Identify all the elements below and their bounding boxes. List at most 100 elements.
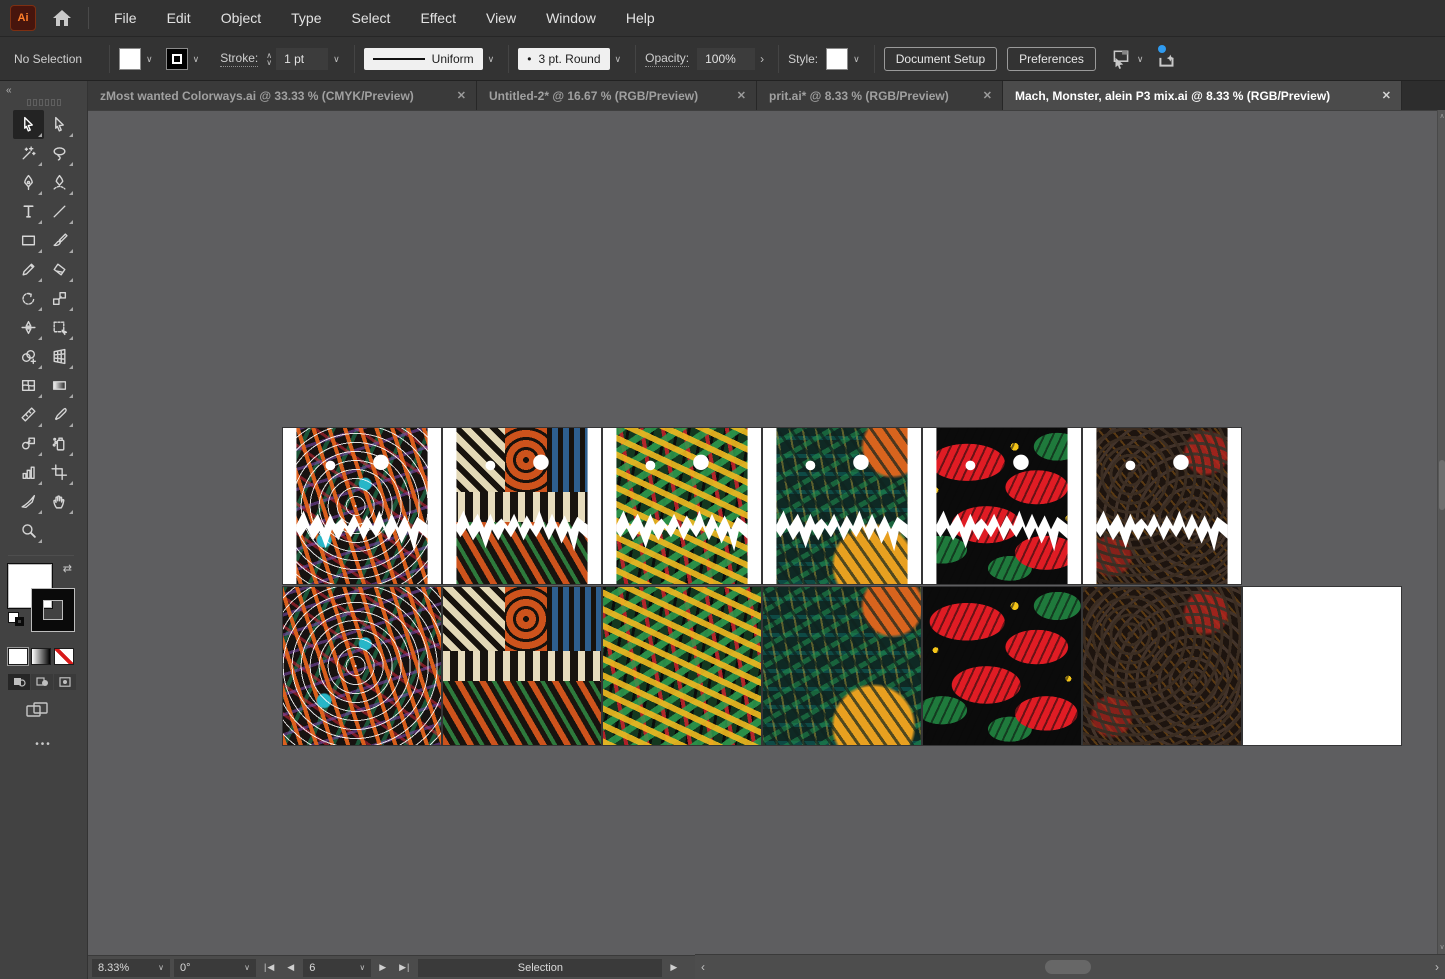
artboard-r1-4[interactable]	[763, 428, 921, 584]
document-setup-button[interactable]: Document Setup	[884, 47, 997, 71]
artboard-r2-3[interactable]	[603, 587, 761, 745]
menu-type[interactable]: Type	[276, 0, 336, 36]
menu-file[interactable]: File	[99, 0, 152, 36]
opacity-label[interactable]: Opacity:	[645, 51, 689, 67]
gradient-button[interactable]	[31, 648, 51, 665]
rotate-tool[interactable]	[13, 284, 44, 313]
fill-chevron-down-icon[interactable]: ∨	[141, 48, 158, 70]
horizontal-scroll-thumb[interactable]	[1045, 960, 1091, 974]
draw-normal-button[interactable]	[8, 674, 30, 690]
menu-select[interactable]: Select	[337, 0, 406, 36]
menu-window[interactable]: Window	[531, 0, 611, 36]
artboard-r2-5[interactable]	[923, 587, 1081, 745]
share-document-icon[interactable]	[1156, 49, 1178, 69]
brush-select[interactable]: •3 pt. Round	[518, 48, 609, 70]
hand-tool[interactable]	[44, 487, 75, 516]
measure-tool[interactable]	[13, 400, 44, 429]
arrange-chevron-icon[interactable]: ∨	[1132, 48, 1149, 70]
pen-tool[interactable]	[13, 168, 44, 197]
opacity-field[interactable]: 100%	[697, 48, 755, 70]
artboard-r1-6[interactable]	[1083, 428, 1241, 584]
eraser-tool[interactable]	[44, 255, 75, 284]
artboard-r2-7[interactable]	[1243, 587, 1401, 745]
menu-view[interactable]: View	[471, 0, 531, 36]
type-tool[interactable]	[13, 197, 44, 226]
canvas-pasteboard[interactable]	[88, 110, 1437, 955]
first-artboard-button[interactable]: |◀	[260, 962, 279, 973]
artboard-r1-2[interactable]	[443, 428, 601, 584]
tab-close-icon[interactable]: ✕	[1382, 89, 1391, 102]
tab-close-icon[interactable]: ✕	[737, 89, 746, 102]
artboard-r2-2[interactable]	[443, 587, 601, 745]
none-button[interactable]	[54, 648, 74, 665]
stroke-label[interactable]: Stroke:	[220, 51, 258, 67]
screen-mode-button[interactable]	[26, 702, 87, 723]
slice-tool[interactable]	[13, 487, 44, 516]
status-display[interactable]: Selection	[418, 959, 662, 977]
lasso-tool[interactable]	[44, 139, 75, 168]
preferences-button[interactable]: Preferences	[1007, 47, 1096, 71]
blend-tool[interactable]	[13, 429, 44, 458]
mesh-tool[interactable]	[13, 371, 44, 400]
curvature-tool[interactable]	[44, 168, 75, 197]
stroke-chevron-down-icon[interactable]: ∨	[188, 48, 205, 70]
tab-close-icon[interactable]: ✕	[457, 89, 466, 102]
selection-tool[interactable]	[13, 110, 44, 139]
width-profile-select[interactable]: Uniform	[364, 48, 483, 70]
vertical-scroll-thumb[interactable]	[1439, 460, 1445, 510]
artboard-r2-6[interactable]	[1083, 587, 1241, 745]
zoom-level-select[interactable]: 8.33%∨	[92, 959, 170, 977]
stroke-weight-stepper[interactable]: ∧∨	[266, 52, 272, 66]
stroke-color-indicator[interactable]	[32, 589, 74, 631]
menu-edit[interactable]: Edit	[152, 0, 206, 36]
stroke-weight-field[interactable]: 1 pt	[276, 48, 328, 70]
document-tab-2[interactable]: Untitled-2* @ 16.67 % (RGB/Preview)✕	[477, 81, 757, 110]
fill-color-swatch[interactable]	[119, 48, 141, 70]
magic-wand-tool[interactable]	[13, 139, 44, 168]
free-transform-tool[interactable]	[44, 313, 75, 342]
stroke-weight-chevron-icon[interactable]: ∨	[328, 48, 345, 70]
column-graph-tool[interactable]	[13, 458, 44, 487]
default-fill-stroke-icon[interactable]	[8, 612, 24, 626]
style-swatch[interactable]	[826, 48, 848, 70]
document-tab-4[interactable]: Mach, Monster, alein P3 mix.ai @ 8.33 % …	[1003, 81, 1402, 110]
document-tab-1[interactable]: zMost wanted Colorways.ai @ 33.33 % (CMY…	[88, 81, 477, 110]
artboard-tool[interactable]	[44, 458, 75, 487]
scale-tool[interactable]	[44, 284, 75, 313]
arrange-documents-icon[interactable]	[1110, 49, 1132, 69]
scroll-left-icon[interactable]: ‹	[701, 955, 705, 979]
home-icon[interactable]	[52, 9, 72, 27]
scroll-down-icon[interactable]: ∨	[1438, 943, 1445, 953]
draw-behind-button[interactable]	[31, 674, 53, 690]
vertical-scrollbar[interactable]: ∧ ∨	[1437, 110, 1445, 955]
rectangle-tool[interactable]	[13, 226, 44, 255]
menu-help[interactable]: Help	[611, 0, 670, 36]
collapse-panel-icon[interactable]: «	[6, 85, 12, 96]
width-tool[interactable]	[13, 313, 44, 342]
line-segment-tool[interactable]	[44, 197, 75, 226]
gradient-tool[interactable]	[44, 371, 75, 400]
last-artboard-button[interactable]: ▶|	[395, 962, 414, 973]
pencil-tool[interactable]	[13, 255, 44, 284]
scroll-right-icon[interactable]: ›	[1435, 955, 1439, 979]
style-chevron-icon[interactable]: ∨	[848, 48, 865, 70]
edit-toolbar-ellipsis[interactable]: •••	[0, 739, 87, 750]
rotation-select[interactable]: 0°∨	[174, 959, 256, 977]
artboard-r1-1[interactable]	[283, 428, 441, 584]
zoom-tool[interactable]	[13, 516, 44, 545]
artboard-number-select[interactable]: 6∨	[303, 959, 371, 977]
artboard-r2-4[interactable]	[763, 587, 921, 745]
direct-selection-tool[interactable]	[44, 110, 75, 139]
scroll-up-icon[interactable]: ∧	[1438, 112, 1445, 122]
perspective-grid-tool[interactable]	[44, 342, 75, 371]
artboard-r1-3[interactable]	[603, 428, 761, 584]
opacity-chevron-right-icon[interactable]: ›	[755, 48, 769, 70]
symbol-sprayer-tool[interactable]	[44, 429, 75, 458]
artboard-r2-1[interactable]	[283, 587, 441, 745]
swap-fill-stroke-icon[interactable]: ⇄	[63, 562, 72, 575]
brush-chevron-icon[interactable]: ∨	[610, 48, 627, 70]
menu-effect[interactable]: Effect	[405, 0, 471, 36]
stroke-color-swatch[interactable]	[166, 48, 188, 70]
eyedropper-tool[interactable]	[44, 400, 75, 429]
next-artboard-button[interactable]: ▶	[375, 962, 391, 973]
